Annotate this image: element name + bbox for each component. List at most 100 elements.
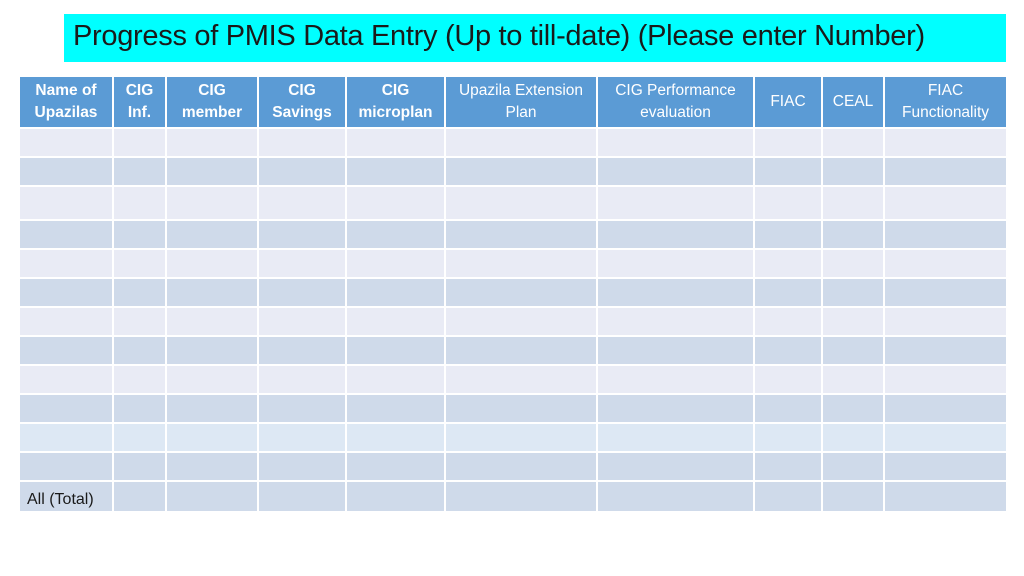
table-cell[interactable] <box>112 306 167 337</box>
table-cell[interactable] <box>112 364 167 395</box>
table-cell[interactable] <box>596 156 755 187</box>
table-cell[interactable] <box>18 219 114 250</box>
table-cell[interactable] <box>18 248 114 279</box>
table-cell[interactable] <box>257 248 347 279</box>
table-cell[interactable] <box>18 364 114 395</box>
table-cell[interactable] <box>165 219 259 250</box>
table-cell[interactable] <box>753 451 823 482</box>
total-cell[interactable] <box>345 480 446 513</box>
table-cell[interactable] <box>345 306 446 337</box>
table-cell[interactable] <box>18 156 114 187</box>
table-cell[interactable] <box>345 451 446 482</box>
table-cell[interactable] <box>112 127 167 158</box>
table-cell[interactable] <box>345 364 446 395</box>
table-cell[interactable] <box>165 422 259 453</box>
table-cell[interactable] <box>753 127 823 158</box>
table-cell[interactable] <box>753 335 823 366</box>
table-cell[interactable] <box>257 306 347 337</box>
total-cell[interactable] <box>596 480 755 513</box>
table-cell[interactable] <box>596 364 755 395</box>
table-cell[interactable] <box>18 185 114 221</box>
table-cell[interactable] <box>883 335 1008 366</box>
table-cell[interactable] <box>444 451 598 482</box>
table-cell[interactable] <box>753 393 823 424</box>
table-cell[interactable] <box>165 185 259 221</box>
table-cell[interactable] <box>257 422 347 453</box>
table-cell[interactable] <box>883 156 1008 187</box>
table-cell[interactable] <box>165 335 259 366</box>
table-cell[interactable] <box>444 277 598 308</box>
table-cell[interactable] <box>883 451 1008 482</box>
table-cell[interactable] <box>444 156 598 187</box>
table-cell[interactable] <box>596 335 755 366</box>
table-cell[interactable] <box>596 422 755 453</box>
table-cell[interactable] <box>883 422 1008 453</box>
table-cell[interactable] <box>821 422 885 453</box>
table-cell[interactable] <box>18 277 114 308</box>
total-cell[interactable] <box>165 480 259 513</box>
table-cell[interactable] <box>883 364 1008 395</box>
total-cell[interactable] <box>444 480 598 513</box>
table-cell[interactable] <box>883 248 1008 279</box>
table-cell[interactable] <box>444 364 598 395</box>
table-cell[interactable] <box>112 451 167 482</box>
table-cell[interactable] <box>596 248 755 279</box>
table-cell[interactable] <box>821 277 885 308</box>
total-cell[interactable] <box>821 480 885 513</box>
table-cell[interactable] <box>165 156 259 187</box>
table-cell[interactable] <box>821 219 885 250</box>
table-cell[interactable] <box>112 422 167 453</box>
table-cell[interactable] <box>883 306 1008 337</box>
table-cell[interactable] <box>18 306 114 337</box>
table-cell[interactable] <box>257 277 347 308</box>
table-cell[interactable] <box>345 335 446 366</box>
table-cell[interactable] <box>753 219 823 250</box>
table-cell[interactable] <box>257 364 347 395</box>
table-cell[interactable] <box>112 248 167 279</box>
table-cell[interactable] <box>821 393 885 424</box>
table-cell[interactable] <box>165 393 259 424</box>
table-cell[interactable] <box>444 219 598 250</box>
table-cell[interactable] <box>821 127 885 158</box>
table-cell[interactable] <box>883 185 1008 221</box>
table-cell[interactable] <box>257 185 347 221</box>
table-cell[interactable] <box>821 451 885 482</box>
table-cell[interactable] <box>596 306 755 337</box>
table-cell[interactable] <box>883 219 1008 250</box>
table-cell[interactable] <box>821 185 885 221</box>
total-cell[interactable] <box>753 480 823 513</box>
table-cell[interactable] <box>444 127 598 158</box>
table-cell[interactable] <box>821 248 885 279</box>
table-cell[interactable] <box>112 156 167 187</box>
table-cell[interactable] <box>257 127 347 158</box>
table-cell[interactable] <box>345 219 446 250</box>
table-cell[interactable] <box>753 364 823 395</box>
table-cell[interactable] <box>753 156 823 187</box>
table-cell[interactable] <box>883 393 1008 424</box>
table-cell[interactable] <box>821 335 885 366</box>
table-cell[interactable] <box>165 277 259 308</box>
table-cell[interactable] <box>596 393 755 424</box>
table-cell[interactable] <box>112 393 167 424</box>
table-cell[interactable] <box>112 335 167 366</box>
table-cell[interactable] <box>444 422 598 453</box>
table-cell[interactable] <box>165 451 259 482</box>
table-cell[interactable] <box>345 156 446 187</box>
table-cell[interactable] <box>18 127 114 158</box>
table-cell[interactable] <box>345 277 446 308</box>
table-cell[interactable] <box>165 248 259 279</box>
table-cell[interactable] <box>257 451 347 482</box>
table-cell[interactable] <box>18 451 114 482</box>
table-cell[interactable] <box>753 277 823 308</box>
table-cell[interactable] <box>596 277 755 308</box>
table-cell[interactable] <box>444 306 598 337</box>
table-cell[interactable] <box>753 248 823 279</box>
table-cell[interactable] <box>165 364 259 395</box>
table-cell[interactable] <box>257 393 347 424</box>
table-cell[interactable] <box>883 277 1008 308</box>
table-cell[interactable] <box>165 306 259 337</box>
table-cell[interactable] <box>345 422 446 453</box>
table-cell[interactable] <box>18 393 114 424</box>
table-cell[interactable] <box>444 248 598 279</box>
table-cell[interactable] <box>18 422 114 453</box>
